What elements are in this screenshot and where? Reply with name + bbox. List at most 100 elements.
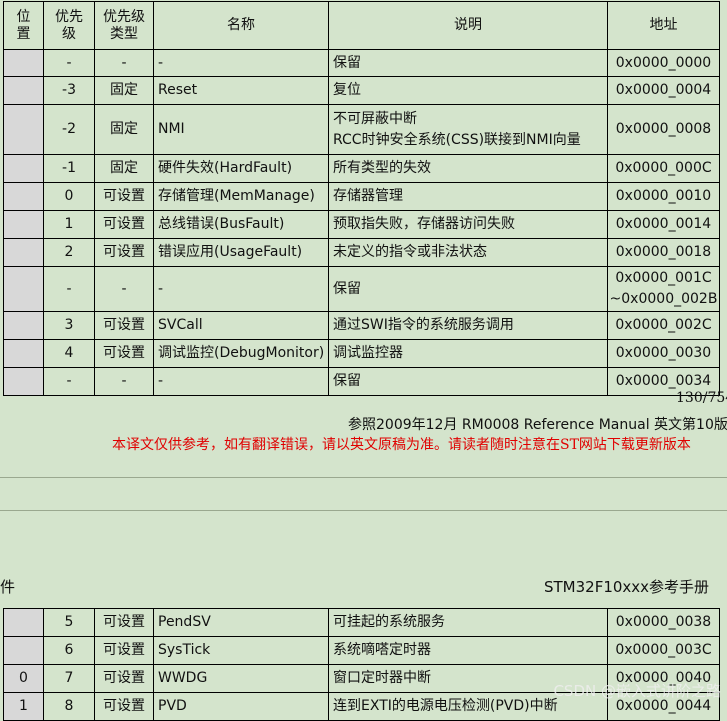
cell-name: - (153, 266, 329, 312)
cell-address: 0x0000_002C (607, 311, 720, 340)
cell-name: 存储管理(MemManage) (153, 182, 329, 211)
watermark: CSDN @嵌入式讲阶之路 (553, 682, 721, 700)
cell-address: 0x0000_0038 (607, 608, 720, 637)
cell-description: 通过SWI指令的系统服务调用 (328, 311, 608, 340)
cell-description: 存储器管理 (328, 182, 608, 211)
cell-priority-type: 可设置 (94, 636, 154, 665)
cell-address: 0x0000_0018 (607, 238, 720, 267)
cell-position (3, 266, 44, 312)
cell-address: 0x0000_0010 (607, 182, 720, 211)
cell-priority: 8 (43, 692, 95, 721)
header-position: 位 置 (3, 1, 44, 50)
table-row: 2 可设置 错误应用(UsageFault) 未定义的指令或非法状态 0x0000_00… (3, 238, 720, 267)
header-priority-type: 优先级 类型 (94, 1, 154, 50)
cell-description: 保留 (328, 266, 608, 312)
cell-address: 0x0000_003C (607, 636, 720, 665)
cell-priority-type: 可设置 (94, 608, 154, 637)
cell-position (3, 210, 44, 239)
cell-description: 不可屏蔽中断 RCC时钟安全系统(CSS)联接到NMI向量 (328, 104, 608, 155)
cell-priority: - (43, 266, 95, 312)
vector-table-continued: 5 可设置 PendSV 可挂起的系统服务 0x0000_0038 6 可设置 SysTick… (3, 608, 720, 721)
cell-priority-type: - (94, 49, 154, 77)
cell-name: 调试监控(DebugMonitor) (153, 339, 329, 368)
cell-position (3, 154, 44, 183)
cell-description: 系统嘀嗒定时器 (328, 636, 608, 665)
cell-address: 0x0000_0030 (607, 339, 720, 368)
cell-priority: 3 (43, 311, 95, 340)
cell-description: 保留 (328, 49, 608, 77)
cell-address: 0x0000_0014 (607, 210, 720, 239)
disclaimer: 本译文仅供参考，如有翻译错误，请以英文原稿为准。请读者随时注意在ST网站下载更新… (112, 437, 691, 453)
header-description: 说明 (328, 1, 608, 50)
cell-position (3, 636, 44, 665)
cell-priority-type: - (94, 266, 154, 312)
table-row: - - - 保留 0x0000_0000 (3, 49, 720, 77)
cell-name: - (153, 367, 329, 396)
cell-name: PendSV (153, 608, 329, 637)
cell-position (3, 238, 44, 267)
cell-priority-type: - (94, 367, 154, 396)
cell-priority-type: 可设置 (94, 238, 154, 267)
cell-priority: - (43, 49, 95, 77)
cell-priority: 6 (43, 636, 95, 665)
cell-priority: 2 (43, 238, 95, 267)
cell-description: 保留 (328, 367, 608, 396)
header-name: 名称 (153, 1, 329, 50)
cell-address: 0x0000_0004 (607, 76, 720, 105)
cell-position (3, 311, 44, 340)
cell-priority-type: 可设置 (94, 692, 154, 721)
cell-priority-type: 固定 (94, 154, 154, 183)
cell-position (3, 608, 44, 637)
cell-position: 1 (3, 692, 44, 721)
cell-position (3, 367, 44, 396)
cell-priority: - (43, 367, 95, 396)
cell-priority: -1 (43, 154, 95, 183)
cell-name: 错误应用(UsageFault) (153, 238, 329, 267)
cell-name: NMI (153, 104, 329, 155)
cell-position (3, 182, 44, 211)
page-number: 130/754 (676, 390, 727, 406)
cell-description: 可挂起的系统服务 (328, 608, 608, 637)
cell-name: SVCall (153, 311, 329, 340)
cell-description: 调试监控器 (328, 339, 608, 368)
table-header-row: 位 置 优先 级 优先级 类型 名称 说明 地址 (3, 1, 720, 50)
next-page-left-fragment: 件 (0, 578, 16, 596)
reference-note: 参照2009年12月 RM0008 Reference Manual 英文第10… (348, 417, 727, 433)
table-row: -3 固定 Reset 复位 0x0000_0004 (3, 76, 720, 105)
cell-priority: 7 (43, 664, 95, 693)
cell-name: - (153, 49, 329, 77)
cell-position (3, 49, 44, 77)
table-row: 0 可设置 存储管理(MemManage) 存储器管理 0x0000_0010 (3, 182, 720, 211)
cell-priority-type: 可设置 (94, 339, 154, 368)
cell-name: WWDG (153, 664, 329, 693)
cell-priority-type: 可设置 (94, 182, 154, 211)
cell-priority-type: 可设置 (94, 210, 154, 239)
table-row: 3 可设置 SVCall 通过SWI指令的系统服务调用 0x0000_002C (3, 311, 720, 340)
cell-address: 0x0000_0008 (607, 104, 720, 155)
cell-address: 0x0000_000C (607, 154, 720, 183)
table-row: -2 固定 NMI 不可屏蔽中断 RCC时钟安全系统(CSS)联接到NMI向量 0x00… (3, 104, 720, 155)
next-page-header-title: STM32F10xxx参考手册 (544, 578, 710, 596)
cell-name: 硬件失效(HardFault) (153, 154, 329, 183)
cell-address: 0x0000_001C ~0x0000_002B (607, 266, 720, 312)
cell-description: 所有类型的失效 (328, 154, 608, 183)
table-row: - - - 保留 0x0000_001C ~0x0000_002B (3, 266, 720, 312)
cell-name: Reset (153, 76, 329, 105)
cell-priority: -2 (43, 104, 95, 155)
cell-priority: 0 (43, 182, 95, 211)
header-address: 地址 (607, 1, 720, 50)
cell-priority: 4 (43, 339, 95, 368)
cell-address: 0x0000_0000 (607, 49, 720, 77)
table-row: 1 可设置 总线错误(BusFault) 预取指失败，存储器访问失败 0x0000_00… (3, 210, 720, 239)
cell-description: 复位 (328, 76, 608, 105)
cell-name: SysTick (153, 636, 329, 665)
table-row: - - - 保留 0x0000_0034 (3, 367, 720, 396)
cell-priority-type: 可设置 (94, 311, 154, 340)
cell-description: 预取指失败，存储器访问失败 (328, 210, 608, 239)
cell-name: 总线错误(BusFault) (153, 210, 329, 239)
header-priority: 优先 级 (43, 1, 95, 50)
cell-position: 0 (3, 664, 44, 693)
cell-priority: -3 (43, 76, 95, 105)
table-row: 6 可设置 SysTick 系统嘀嗒定时器 0x0000_003C (3, 636, 720, 665)
cell-priority: 5 (43, 608, 95, 637)
